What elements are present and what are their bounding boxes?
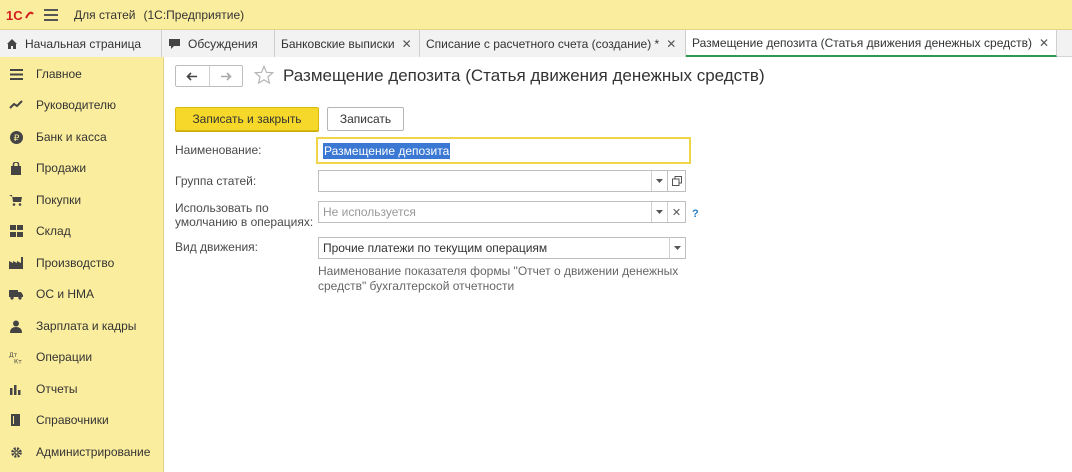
trend-icon: [9, 98, 23, 112]
close-icon[interactable]: ✕: [402, 37, 412, 51]
ruble-icon: ₽: [9, 130, 23, 144]
arrow-right-icon: [220, 71, 232, 81]
sidebar-item-purchases[interactable]: Покупки: [0, 185, 163, 215]
menu-icon: [9, 67, 23, 81]
save-button[interactable]: Записать: [327, 107, 404, 131]
name-label: Наименование:: [175, 143, 262, 157]
chat-icon: [168, 38, 181, 50]
name-input[interactable]: Размещение депозита: [316, 137, 691, 164]
sidebar-item-reports[interactable]: Отчеты: [0, 374, 163, 404]
app-title: Для статей: [74, 7, 136, 22]
sidebar-item-bank[interactable]: ₽ Банк и касса: [0, 122, 163, 152]
default-use-label-line1: Использовать по: [175, 201, 269, 215]
default-use-label: Использовать по умолчанию в операциях:: [175, 201, 313, 229]
bag-icon: [9, 161, 23, 175]
operations-icon: Дт Кт: [9, 350, 23, 364]
sidebar-item-production[interactable]: Производство: [0, 248, 163, 278]
movement-type-hint: Наименование показателя формы "Отчет о д…: [318, 264, 679, 293]
tab-bank-statements[interactable]: Банковские выписки ✕: [275, 30, 420, 57]
tab-label: Начальная страница: [25, 36, 142, 51]
svg-text:1С: 1С: [6, 8, 23, 22]
tab-discussions[interactable]: Обсуждения: [162, 30, 275, 57]
bar-chart-icon: [9, 382, 23, 396]
sidebar-item-catalogs[interactable]: Справочники: [0, 405, 163, 435]
factory-icon: [9, 256, 23, 270]
page-title: Размещение депозита (Статья движения ден…: [283, 66, 765, 85]
navigation-buttons: [175, 65, 243, 87]
book-icon: [9, 413, 23, 427]
sidebar-item-main[interactable]: Главное: [0, 59, 163, 89]
cart-icon: [9, 193, 23, 207]
tab-bar: Начальная страница Обсуждения Банковские…: [0, 30, 1072, 57]
sidebar-item-administration[interactable]: Администрирование: [0, 437, 163, 467]
help-icon[interactable]: ?: [692, 208, 699, 220]
movement-type-label: Вид движения:: [175, 240, 258, 254]
chevron-down-icon[interactable]: [651, 202, 667, 222]
arrow-left-icon: [186, 71, 198, 81]
tab-deposit-placement[interactable]: Размещение депозита (Статья движения ден…: [686, 30, 1057, 57]
sidebar: Главное Руководителю ₽ Банк и касса Прод…: [0, 57, 164, 472]
gear-icon: [9, 445, 23, 459]
1c-logo-icon: 1С: [6, 7, 34, 23]
truck-icon: [9, 287, 23, 301]
home-icon: [6, 38, 18, 50]
clear-icon[interactable]: ✕: [667, 202, 685, 222]
chevron-down-icon[interactable]: [669, 238, 685, 258]
tab-label: Банковские выписки: [281, 36, 395, 51]
sidebar-item-manager[interactable]: Руководителю: [0, 90, 163, 120]
sidebar-item-operations[interactable]: Дт Кт Операции: [0, 342, 163, 372]
group-field[interactable]: [318, 170, 668, 192]
open-group-button[interactable]: [668, 170, 686, 192]
close-icon[interactable]: ✕: [666, 37, 676, 51]
person-icon: [9, 319, 23, 333]
group-label: Группа статей:: [175, 174, 257, 188]
svg-text:₽: ₽: [13, 134, 19, 144]
main-menu-icon[interactable]: [44, 8, 58, 21]
title-bar: 1С Для статей (1С:Предприятие): [0, 0, 1072, 30]
sidebar-item-warehouse[interactable]: Склад: [0, 216, 163, 246]
tab-label: Обсуждения: [188, 36, 258, 51]
chevron-down-icon[interactable]: [651, 171, 667, 191]
tab-label: Размещение депозита (Статья движения ден…: [692, 35, 1032, 50]
app-subtitle: (1С:Предприятие): [143, 7, 245, 22]
sidebar-item-fixed-assets[interactable]: ОС и НМА: [0, 279, 163, 309]
tab-debit-creation[interactable]: Списание с расчетного счета (создание) *…: [420, 30, 686, 57]
sidebar-item-sales[interactable]: Продажи: [0, 153, 163, 183]
movement-type-value: Прочие платежи по текущим операциям: [323, 241, 548, 255]
forward-button[interactable]: [208, 66, 242, 86]
close-icon[interactable]: ✕: [1039, 36, 1049, 50]
back-button[interactable]: [176, 66, 209, 86]
form-area: Размещение депозита (Статья движения ден…: [164, 57, 1072, 472]
favorite-star-icon[interactable]: [253, 64, 275, 85]
sidebar-item-salary[interactable]: Зарплата и кадры: [0, 311, 163, 341]
tab-home[interactable]: Начальная страница: [0, 30, 162, 57]
svg-text:Кт: Кт: [14, 358, 22, 364]
warehouse-icon: [9, 224, 23, 238]
default-use-placeholder: Не используется: [323, 205, 416, 219]
default-use-label-line2: умолчанию в операциях:: [175, 215, 314, 229]
save-and-close-button[interactable]: Записать и закрыть: [175, 107, 319, 131]
movement-type-field[interactable]: Прочие платежи по текущим операциям: [318, 237, 686, 259]
open-window-icon: [671, 176, 682, 186]
default-use-field[interactable]: Не используется ✕: [318, 201, 686, 223]
name-input-value: Размещение депозита: [323, 142, 451, 159]
tab-label: Списание с расчетного счета (создание) *: [426, 36, 660, 51]
